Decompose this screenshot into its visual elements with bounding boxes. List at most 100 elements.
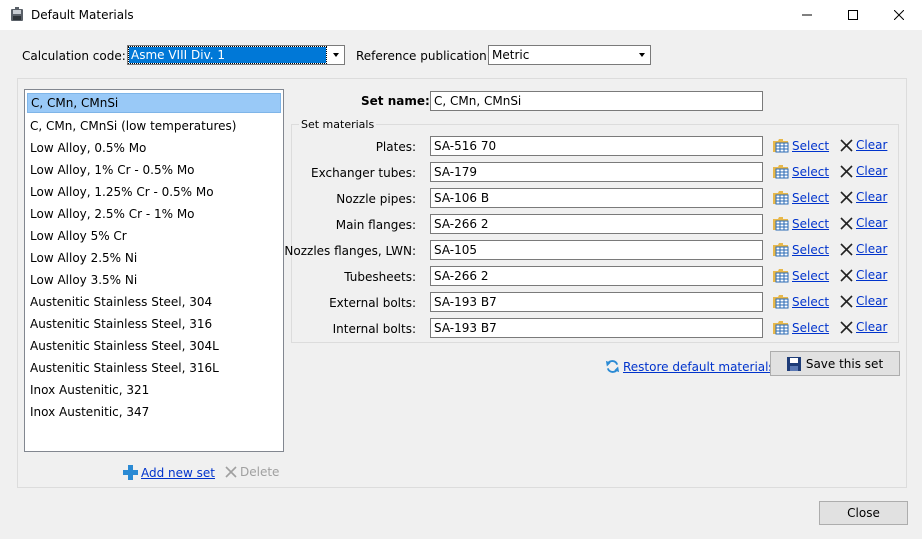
title-bar: Default Materials: [0, 0, 922, 30]
clear-x-icon: [840, 242, 853, 256]
calculation-code-select[interactable]: Asme VIII Div. 1: [127, 45, 345, 65]
clear-x-icon: [840, 216, 853, 230]
select-material-button[interactable]: Select: [773, 294, 829, 309]
list-item[interactable]: Austenitic Stainless Steel, 316L: [27, 358, 281, 378]
close-window-button[interactable]: [876, 0, 922, 30]
save-set-button[interactable]: Save this set: [770, 351, 900, 376]
chevron-down-icon: [639, 53, 645, 57]
set-materials-legend: Set materials: [299, 118, 377, 131]
restore-default-materials-button[interactable]: Restore default materials: [605, 359, 775, 374]
clear-material-button[interactable]: Clear: [840, 164, 887, 178]
select-label: Select: [792, 242, 830, 257]
material-row-label: Nozzles flanges, LWN:: [284, 244, 416, 258]
list-item[interactable]: Low Alloy, 1.25% Cr - 0.5% Mo: [27, 182, 281, 202]
clear-x-icon: [840, 138, 853, 152]
clear-x-icon: [840, 294, 853, 308]
material-row-label: Nozzle pipes:: [336, 192, 416, 206]
clear-material-button[interactable]: Clear: [840, 294, 887, 308]
clear-material-button[interactable]: Clear: [840, 320, 887, 334]
folder-table-icon: [773, 320, 789, 335]
list-item[interactable]: Austenitic Stainless Steel, 304L: [27, 336, 281, 356]
select-material-button[interactable]: Select: [773, 320, 829, 335]
delete-x-icon: [225, 466, 237, 478]
list-item[interactable]: Low Alloy 5% Cr: [27, 226, 281, 246]
calculation-code-value: Asme VIII Div. 1: [128, 46, 327, 64]
add-new-set-button[interactable]: Add new set: [123, 465, 215, 480]
clear-label: Clear: [856, 164, 888, 178]
reference-publication-value: Metric: [492, 48, 530, 62]
select-label: Select: [792, 294, 830, 309]
select-label: Select: [792, 138, 830, 153]
material-row-input[interactable]: SA-193 B7: [430, 318, 763, 338]
plus-icon: [123, 465, 138, 480]
select-material-button[interactable]: Select: [773, 268, 829, 283]
select-label: Select: [792, 216, 830, 231]
folder-table-icon: [773, 190, 789, 205]
save-set-label: Save this set: [805, 356, 884, 371]
close-icon: [894, 10, 904, 20]
app-disk-icon: [10, 7, 24, 23]
clear-label: Clear: [856, 138, 888, 152]
select-material-button[interactable]: Select: [773, 138, 829, 153]
list-item[interactable]: C, CMn, CMnSi: [27, 93, 281, 113]
select-material-button[interactable]: Select: [773, 164, 829, 179]
set-name-label: Set name:: [361, 94, 430, 108]
list-item[interactable]: Low Alloy 3.5% Ni: [27, 270, 281, 290]
list-item[interactable]: Austenitic Stainless Steel, 304: [27, 292, 281, 312]
material-row-input[interactable]: SA-105: [430, 240, 763, 260]
material-row-input[interactable]: SA-106 B: [430, 188, 763, 208]
list-item[interactable]: Inox Austenitic, 321: [27, 380, 281, 400]
clear-material-button[interactable]: Clear: [840, 242, 887, 256]
material-row-input[interactable]: SA-266 2: [430, 214, 763, 234]
material-row-input[interactable]: SA-516 70: [430, 136, 763, 156]
clear-material-button[interactable]: Clear: [840, 138, 887, 152]
select-label: Select: [792, 190, 830, 205]
select-label: Select: [792, 320, 830, 335]
material-row-input[interactable]: SA-179: [430, 162, 763, 182]
list-item[interactable]: Low Alloy, 1% Cr - 0.5% Mo: [27, 160, 281, 180]
reference-publication-label: Reference publication:: [356, 49, 491, 63]
clear-x-icon: [840, 268, 853, 282]
list-item[interactable]: Low Alloy, 0.5% Mo: [27, 138, 281, 158]
minimize-icon: [802, 10, 812, 20]
folder-table-icon: [773, 268, 789, 283]
maximize-button[interactable]: [830, 0, 876, 30]
clear-label: Clear: [856, 268, 888, 282]
folder-table-icon: [773, 294, 789, 309]
clear-label: Clear: [856, 242, 888, 256]
list-item[interactable]: Inox Austenitic, 347: [27, 402, 281, 422]
clear-label: Clear: [856, 320, 888, 334]
refresh-icon: [605, 359, 620, 374]
minimize-button[interactable]: [784, 0, 830, 30]
material-row-input[interactable]: SA-266 2: [430, 266, 763, 286]
clear-material-button[interactable]: Clear: [840, 216, 887, 230]
restore-default-materials-label: Restore default materials: [623, 359, 775, 374]
list-item[interactable]: Low Alloy 2.5% Ni: [27, 248, 281, 268]
select-label: Select: [792, 268, 830, 283]
material-row-label: Tubesheets:: [344, 270, 416, 284]
material-row-input[interactable]: SA-193 B7: [430, 292, 763, 312]
clear-label: Clear: [856, 294, 888, 308]
reference-publication-select[interactable]: Metric: [488, 45, 651, 65]
material-row-label: Exchanger tubes:: [311, 166, 416, 180]
set-name-input[interactable]: C, CMn, CMnSi: [430, 91, 763, 111]
chevron-down-icon: [333, 53, 339, 57]
clear-material-button[interactable]: Clear: [840, 268, 887, 282]
select-material-button[interactable]: Select: [773, 190, 829, 205]
folder-table-icon: [773, 138, 789, 153]
clear-material-button[interactable]: Clear: [840, 190, 887, 204]
save-icon: [786, 356, 801, 371]
select-material-button[interactable]: Select: [773, 216, 829, 231]
material-sets-list[interactable]: C, CMn, CMnSi C, CMn, CMnSi (low tempera…: [24, 89, 284, 452]
delete-set-label: Delete: [240, 465, 280, 479]
list-item[interactable]: Low Alloy, 2.5% Cr - 1% Mo: [27, 204, 281, 224]
add-new-set-label: Add new set: [141, 465, 216, 480]
material-row-label: Internal bolts:: [332, 322, 416, 336]
select-material-button[interactable]: Select: [773, 242, 829, 257]
list-item[interactable]: C, CMn, CMnSi (low temperatures): [27, 116, 281, 136]
close-button[interactable]: Close: [819, 501, 908, 525]
delete-set-button[interactable]: Delete: [225, 465, 279, 479]
material-row-label: Main flanges:: [335, 218, 416, 232]
clear-label: Clear: [856, 190, 888, 204]
list-item[interactable]: Austenitic Stainless Steel, 316: [27, 314, 281, 334]
